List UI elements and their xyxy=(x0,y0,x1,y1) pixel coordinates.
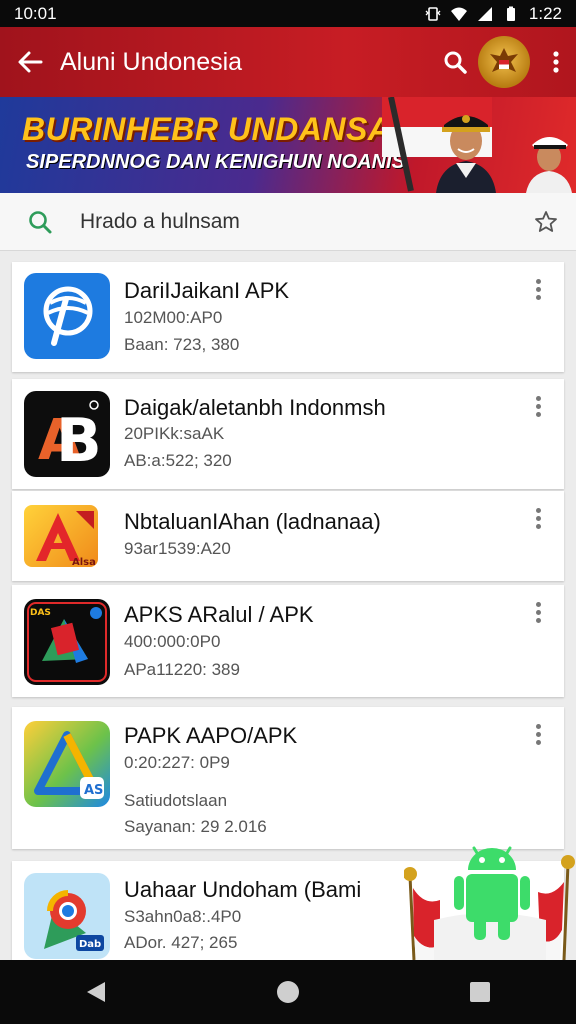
app-meta: ADor. 427; 265 xyxy=(124,933,238,952)
app-meta: Sayanan: 29 2.016 xyxy=(124,817,267,836)
more-vert-icon xyxy=(535,601,541,607)
wifi-icon xyxy=(450,7,467,21)
app-icon: Dab xyxy=(24,873,110,959)
list-item[interactable]: DAS APKS ARalul / APK 400:000:0P0 APa112… xyxy=(12,585,564,697)
overflow-menu-button[interactable] xyxy=(536,27,576,97)
more-vert-icon xyxy=(535,278,541,284)
item-more-button[interactable] xyxy=(526,503,550,533)
more-vert-icon xyxy=(535,507,541,513)
app-meta: Baan: 723, 380 xyxy=(124,335,240,354)
status-icons: 1:22 xyxy=(425,4,562,24)
item-more-button[interactable] xyxy=(526,391,550,421)
promo-banner[interactable]: BURINHEBR UNDANSA! SIPERDNNOG DAN KENIGH… xyxy=(0,97,576,193)
app-meta: AB:a:522; 320 xyxy=(124,451,232,470)
banner-subtitle: SIPERDNNOG DAN KENIGHUN NOANIS xyxy=(26,151,405,173)
app-icon: AB xyxy=(24,391,110,477)
navigation-bar xyxy=(0,960,576,1024)
officer-2-image xyxy=(526,137,572,193)
search-icon xyxy=(29,210,52,233)
app-icon: DAS xyxy=(24,599,110,685)
app-icon xyxy=(24,273,110,359)
list-item[interactable]: DariIJaikanI APK 102M00:AP0 Baan: 723, 3… xyxy=(12,262,564,372)
svg-text:Alsa: Alsa xyxy=(72,557,96,567)
app-name: DariIJaikanI APK xyxy=(124,278,290,303)
app-name: Daigak/aletanbh Indonmsh xyxy=(124,395,386,420)
star-icon xyxy=(535,210,557,232)
app-meta: Satiudotslaan xyxy=(124,791,228,810)
list-item[interactable]: Alsa NbtaluanIAhan (ladnanaa) 93ar1539:A… xyxy=(12,491,564,581)
app-icon: Alsa xyxy=(24,505,98,567)
svg-text:DAS: DAS xyxy=(30,608,51,618)
app-meta: 93ar1539:A20 xyxy=(124,539,231,558)
vibrate-icon xyxy=(425,6,441,21)
status-clock: 1:22 xyxy=(528,3,562,23)
nav-home-button[interactable] xyxy=(258,962,318,1022)
search-input[interactable]: Hrado a hulnsam xyxy=(80,210,516,234)
svg-text:B: B xyxy=(56,406,102,476)
search-icon xyxy=(444,51,467,74)
app-meta: 20PIKk:saAK xyxy=(124,424,225,443)
list-item[interactable]: AS PAPK AAPO/APK 0:20:227: 0P9 Satiudots… xyxy=(12,707,564,849)
back-button[interactable] xyxy=(0,27,60,97)
search-button[interactable] xyxy=(432,27,478,97)
banner-headline: BURINHEBR UNDANSA! xyxy=(22,111,403,147)
nav-back-button[interactable] xyxy=(66,962,126,1022)
status-bar: 10:01 1:22 xyxy=(0,0,576,27)
signal-icon xyxy=(477,6,492,21)
favorite-button[interactable] xyxy=(516,210,576,234)
app-title: Aluni Undonesia xyxy=(60,47,243,76)
square-recents-icon xyxy=(470,982,490,1002)
item-more-button[interactable] xyxy=(526,719,550,749)
app-meta: S3ahn0a8:.4P0 xyxy=(124,907,242,926)
garuda-emblem-icon xyxy=(478,36,530,88)
svg-text:AS: AS xyxy=(84,783,103,798)
arrow-left-icon xyxy=(18,51,43,73)
more-vert-icon xyxy=(553,51,559,73)
more-vert-icon xyxy=(535,395,541,401)
search-bar[interactable]: Hrado a hulnsam xyxy=(0,193,576,251)
nav-recents-button[interactable] xyxy=(450,962,510,1022)
app-icon: AS xyxy=(24,721,110,807)
app-meta: APa11220: 389 xyxy=(124,660,240,679)
app-meta: 400:000:0P0 xyxy=(124,632,221,651)
app-name: Uahaar Undoham (Bami xyxy=(124,877,362,902)
app-meta: 0:20:227: 0P9 xyxy=(124,753,230,772)
search-field-icon-wrap xyxy=(0,209,80,235)
more-vert-icon xyxy=(535,723,541,729)
app-name: APKS ARalul / APK xyxy=(124,602,314,627)
app-name: NbtaluanIAhan (ladnanaa) xyxy=(124,509,381,534)
status-time: 10:01 xyxy=(14,3,57,23)
android-mascot-image xyxy=(404,846,575,960)
circle-home-icon xyxy=(277,981,299,1003)
officer-image xyxy=(436,115,496,193)
list-item[interactable]: AB Daigak/aletanbh Indonmsh 20PIKk:saAK … xyxy=(12,379,564,489)
app-meta: 102M00:AP0 xyxy=(124,308,223,327)
triangle-back-icon xyxy=(87,982,105,1002)
app-bar: Aluni Undonesia xyxy=(0,27,576,97)
item-more-button[interactable] xyxy=(526,597,550,627)
app-name: PAPK AAPO/APK xyxy=(124,723,298,748)
item-more-button[interactable] xyxy=(526,274,550,304)
svg-text:Dab: Dab xyxy=(79,939,101,950)
battery-icon xyxy=(506,6,515,21)
